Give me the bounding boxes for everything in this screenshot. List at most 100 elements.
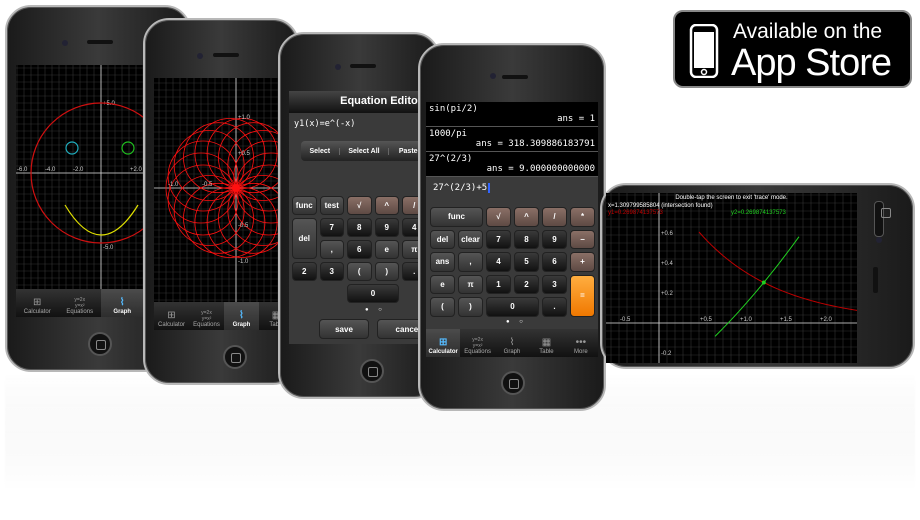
- tab-label: Graph: [113, 309, 132, 315]
- key-plus[interactable]: +: [570, 252, 595, 272]
- key-open-paren[interactable]: (: [430, 297, 455, 317]
- tab-label: Graph: [232, 322, 251, 328]
- key-3[interactable]: 3: [542, 274, 567, 294]
- tab-calculator[interactable]: ⊞ Calculator: [154, 302, 189, 330]
- key-test[interactable]: test: [319, 196, 344, 215]
- history-entry[interactable]: sin(pi/2) ans = 1: [426, 102, 598, 127]
- keypad: func √ ^ / * del clear 7 8 9− ans, 4 5 6 + e π 1 2 3 = () 0.: [430, 207, 595, 317]
- key-sqrt[interactable]: √: [486, 207, 511, 227]
- tick-label: -1.0: [168, 182, 179, 188]
- key-1[interactable]: 1: [486, 274, 511, 294]
- tab-graph[interactable]: ⌇ Graph: [495, 329, 529, 357]
- page-title: Equation Editor: [340, 95, 422, 107]
- tick-label: +1.5: [780, 317, 793, 323]
- key-minus[interactable]: −: [570, 229, 595, 249]
- key-close-paren[interactable]: ): [374, 262, 399, 281]
- key-8[interactable]: 8: [347, 218, 372, 237]
- table-icon: ▦: [541, 337, 552, 348]
- tab-equations[interactable]: y=2x y=x² Equations: [189, 302, 224, 330]
- key-3[interactable]: 3: [319, 262, 344, 281]
- home-button[interactable]: [88, 332, 112, 356]
- menu-select[interactable]: Select: [301, 148, 339, 155]
- tab-table[interactable]: ▦Table: [529, 329, 563, 357]
- home-button[interactable]: [360, 359, 384, 383]
- screen: sin(pi/2) ans = 1 1000/pi ans = 318.3098861…: [426, 102, 598, 357]
- key-9[interactable]: 9: [374, 218, 399, 237]
- tab-equations[interactable]: y=2x y=x² Equations: [59, 289, 102, 317]
- tab-graph[interactable]: ⌇ Graph: [224, 302, 259, 330]
- key-func[interactable]: func: [430, 207, 483, 227]
- tab-bar: ⊞Calculatory=2x y=x²Equations⌇Graph▦Tabl…: [426, 329, 598, 357]
- key-equals[interactable]: =: [570, 274, 595, 317]
- tab-calculator[interactable]: ⊞ Calculator: [16, 289, 59, 317]
- key-9[interactable]: 9: [542, 229, 567, 249]
- speaker: [502, 75, 528, 79]
- calculator-icon: ⊞: [167, 310, 176, 321]
- calculator-input[interactable]: 27^(2/3)+5: [426, 177, 598, 205]
- tab-equations[interactable]: y=2x y=x² Equations: [460, 329, 494, 357]
- graph-canvas[interactable]: -0.5 +0.5 +1.0 +1.5 +2.0 +0.6 +0.4 +0.2 -0.2: [606, 193, 857, 363]
- key-e[interactable]: e: [430, 274, 455, 294]
- calculator-icon: ⊞: [33, 297, 42, 308]
- page-indicator[interactable]: ● ○: [365, 307, 386, 313]
- key-7[interactable]: 7: [319, 218, 344, 237]
- tick-label: +0.6: [661, 231, 674, 237]
- phone-graph-trace: -0.5 +0.5 +1.0 +1.5 +2.0 +0.6 +0.4 +0.2 -0.2 Dou…: [600, 183, 915, 369]
- key-comma[interactable]: ,: [319, 240, 344, 259]
- key-e[interactable]: e: [374, 240, 399, 259]
- history-entry[interactable]: 1000/pi ans = 318.309886183791: [426, 127, 598, 152]
- key-func[interactable]: func: [292, 196, 317, 215]
- key-6[interactable]: 6: [542, 252, 567, 272]
- page-indicator[interactable]: ● ○: [506, 319, 527, 325]
- key-close-paren[interactable]: ): [458, 297, 483, 317]
- key-comma[interactable]: ,: [458, 252, 483, 272]
- key-decimal[interactable]: .: [542, 297, 567, 317]
- home-button[interactable]: [501, 371, 525, 395]
- key-power[interactable]: ^: [514, 207, 539, 227]
- key-0[interactable]: 0: [486, 297, 539, 317]
- key-multiply[interactable]: *: [570, 207, 595, 227]
- home-button[interactable]: [223, 345, 247, 369]
- screen[interactable]: -0.5 +0.5 +1.0 +1.5 +2.0 +0.6 +0.4 +0.2 -0.2 Dou…: [606, 193, 857, 363]
- app-store-badge[interactable]: Available on the App Store: [673, 10, 912, 88]
- tick-label: -5.0: [103, 245, 114, 251]
- tab-calculator[interactable]: ⊞ Calculator: [426, 329, 461, 357]
- screen[interactable]: -1.0-0.5+0+1.0+0.5-0.5-1.0 ⊞Calculatory=…: [154, 78, 294, 330]
- key-del[interactable]: del: [430, 229, 455, 249]
- key-6[interactable]: 6: [347, 240, 372, 259]
- camera: [62, 40, 68, 46]
- key-open-paren[interactable]: (: [347, 262, 372, 281]
- history-expression: 1000/pi: [429, 129, 467, 139]
- tab-graph[interactable]: ⌇ Graph: [101, 289, 144, 317]
- key-del[interactable]: del: [292, 218, 317, 259]
- phone-calculator: sin(pi/2) ans = 1 1000/pi ans = 318.3098861…: [418, 43, 606, 411]
- key-pi[interactable]: π: [458, 274, 483, 294]
- key-2[interactable]: 2: [292, 262, 317, 281]
- edit-menu: Select Select All Paste: [301, 141, 427, 161]
- equations-icon: y=2x y=x²: [74, 297, 86, 309]
- key-7[interactable]: 7: [486, 229, 511, 249]
- key-power[interactable]: ^: [374, 196, 399, 215]
- key-clear[interactable]: clear: [458, 229, 483, 249]
- home-button[interactable]: [874, 201, 891, 237]
- key-0[interactable]: 0: [347, 284, 399, 303]
- cursor: [488, 183, 491, 193]
- key-2[interactable]: 2: [514, 274, 539, 294]
- speaker: [87, 40, 113, 44]
- graph-icon: ⌇: [119, 297, 125, 308]
- key-8[interactable]: 8: [514, 229, 539, 249]
- history-entry[interactable]: 27^(2/3) ans = 9.000000000000: [426, 152, 598, 177]
- key-sqrt[interactable]: √: [347, 196, 372, 215]
- history: sin(pi/2) ans = 1 1000/pi ans = 318.3098861…: [426, 102, 598, 177]
- key-divide[interactable]: /: [542, 207, 567, 227]
- graph-canvas[interactable]: -1.0-0.5+0+1.0+0.5-0.5-1.0: [154, 78, 294, 302]
- key-5[interactable]: 5: [514, 252, 539, 272]
- tick-label: -0.5: [238, 223, 249, 229]
- key-4[interactable]: 4: [486, 252, 511, 272]
- equation-input[interactable]: y1(x)=e^(-x): [289, 113, 432, 135]
- tab-more[interactable]: ••• More: [564, 329, 598, 357]
- save-button[interactable]: save: [319, 319, 369, 339]
- tick-label: -4.0: [45, 167, 56, 173]
- menu-select-all[interactable]: Select All: [338, 147, 389, 155]
- key-ans[interactable]: ans: [430, 252, 455, 272]
